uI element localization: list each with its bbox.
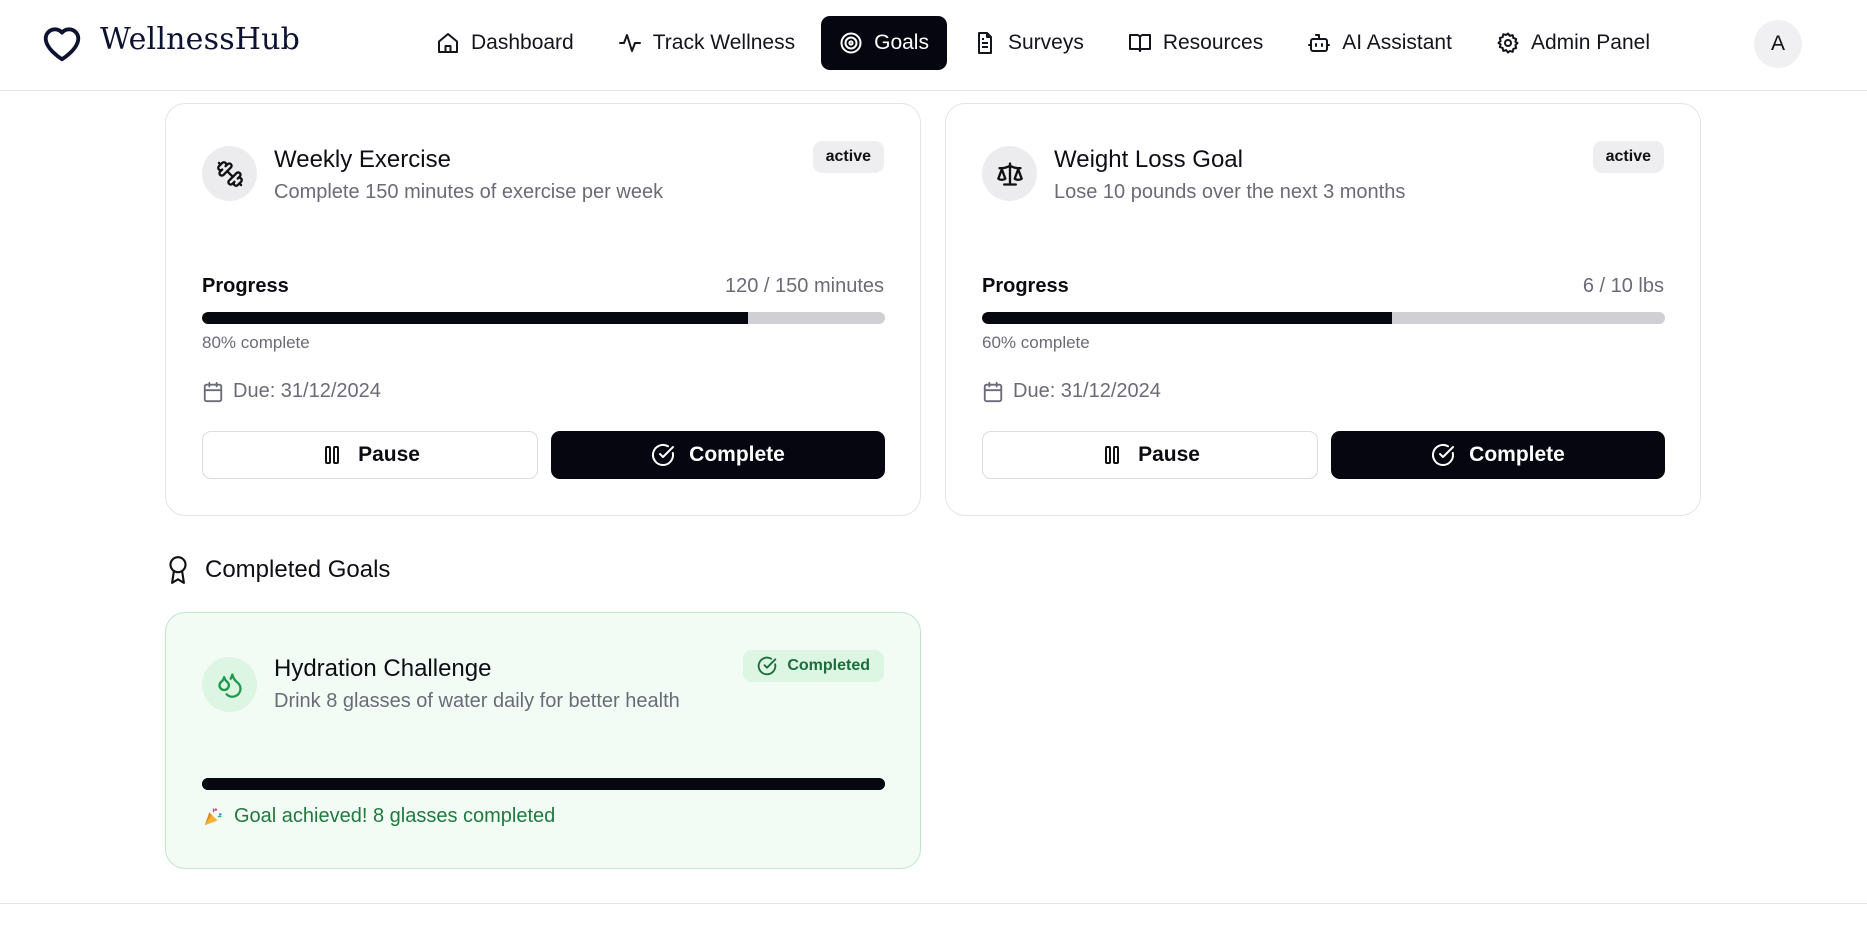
goal-title: Weight Loss Goal — [1054, 146, 1243, 173]
goal-card-weekly-exercise: Weekly Exercise Complete 150 minutes of … — [165, 103, 921, 516]
progress-percent: 80% complete — [202, 333, 310, 352]
due-date-text: Due: 31/12/2024 — [1013, 380, 1161, 402]
pause-icon — [325, 446, 340, 464]
pause-button[interactable]: Pause — [982, 431, 1318, 479]
progress-bar-fill — [202, 778, 885, 790]
brand-name: WellnessHub — [100, 21, 301, 57]
complete-button-label: Complete — [689, 443, 785, 466]
scale-icon — [996, 161, 1023, 186]
nav-label: Admin Panel — [1530, 31, 1651, 54]
droplets-icon — [217, 672, 242, 698]
progress-label: Progress — [202, 275, 289, 297]
progress-bar-fill — [202, 312, 749, 324]
completed-badge-label: Completed — [787, 657, 870, 674]
calendar-icon — [203, 381, 223, 402]
book-icon — [1128, 34, 1151, 52]
progress-bar — [202, 312, 885, 324]
goal-card-weight-loss: Weight Loss Goal Lose 10 pounds over the… — [945, 103, 1701, 516]
due-date: Due: 31/12/2024 — [202, 380, 381, 403]
progress-bar — [982, 312, 1665, 324]
achievement-message: Goal achieved! 8 glasses completed — [202, 805, 555, 828]
bot-icon — [1308, 34, 1331, 52]
nav-item-ai-assistant[interactable]: AI Assistant — [1289, 16, 1470, 70]
goal-icon-container — [202, 146, 257, 201]
complete-button[interactable]: Complete — [551, 431, 885, 479]
due-date: Due: 31/12/2024 — [982, 380, 1161, 403]
heart-icon — [43, 27, 81, 62]
nav-label: AI Assistant — [1342, 31, 1452, 54]
top-navigation-bar: WellnessHub Dashboard Track Wellness Goa… — [0, 0, 1867, 91]
complete-button[interactable]: Complete — [1331, 431, 1665, 479]
home-icon — [438, 33, 458, 53]
main-nav: Dashboard Track Wellness Goals Surveys R… — [418, 16, 1668, 70]
section-title: Completed Goals — [205, 556, 391, 583]
goal-icon-container — [202, 657, 257, 712]
check-circle-icon — [652, 443, 675, 466]
target-icon — [840, 32, 862, 54]
nav-label: Track Wellness — [652, 31, 796, 54]
goal-title: Hydration Challenge — [274, 655, 492, 682]
calendar-icon — [983, 381, 1003, 402]
check-circle-icon — [1432, 443, 1455, 466]
completed-goals-heading: Completed Goals — [165, 555, 390, 585]
brand[interactable]: WellnessHub — [38, 19, 300, 67]
pause-button-label: Pause — [1138, 443, 1200, 466]
nav-label: Goals — [874, 31, 929, 54]
pause-button[interactable]: Pause — [202, 431, 538, 479]
status-badge: active — [1592, 141, 1664, 173]
goal-description: Drink 8 glasses of water daily for bette… — [274, 690, 680, 712]
progress-percent: 60% complete — [982, 333, 1090, 352]
goal-title: Weekly Exercise — [274, 146, 451, 173]
nav-label: Surveys — [1007, 31, 1084, 54]
achievement-text: Goal achieved! 8 glasses completed — [234, 805, 556, 827]
progress-label: Progress — [982, 275, 1069, 297]
nav-item-surveys[interactable]: Surveys — [955, 16, 1102, 70]
completed-goal-card-hydration: Hydration Challenge Drink 8 glasses of w… — [165, 612, 921, 869]
check-circle-icon — [758, 656, 777, 676]
status-badge: active — [812, 141, 884, 173]
complete-button-label: Complete — [1469, 443, 1565, 466]
divider — [0, 903, 1867, 904]
nav-item-goals[interactable]: Goals — [821, 16, 947, 70]
progress-value: 6 / 10 lbs — [1582, 275, 1664, 297]
gear-icon — [1497, 32, 1519, 54]
dumbbell-icon — [216, 160, 243, 187]
nav-item-track-wellness[interactable]: Track Wellness — [600, 16, 813, 70]
award-icon — [169, 556, 187, 584]
nav-item-dashboard[interactable]: Dashboard — [418, 16, 592, 70]
progress-bar — [202, 778, 885, 790]
due-date-text: Due: 31/12/2024 — [233, 380, 381, 402]
goal-description: Complete 150 minutes of exercise per wee… — [274, 181, 664, 203]
activity-icon — [618, 34, 641, 52]
completed-badge: Completed — [743, 650, 884, 682]
file-text-icon — [977, 32, 992, 54]
pause-icon — [1105, 446, 1120, 464]
goal-icon-container — [982, 146, 1037, 201]
avatar[interactable]: A — [1754, 20, 1802, 68]
progress-value: 120 / 150 minutes — [725, 275, 884, 297]
nav-label: Resources — [1162, 31, 1264, 54]
nav-item-resources[interactable]: Resources — [1110, 16, 1281, 70]
nav-label: Dashboard — [471, 31, 574, 54]
pause-button-label: Pause — [358, 443, 420, 466]
nav-item-admin-panel[interactable]: Admin Panel — [1478, 16, 1668, 70]
party-popper-icon — [204, 807, 222, 825]
progress-bar-fill — [982, 312, 1392, 324]
goal-description: Lose 10 pounds over the next 3 months — [1054, 181, 1406, 203]
